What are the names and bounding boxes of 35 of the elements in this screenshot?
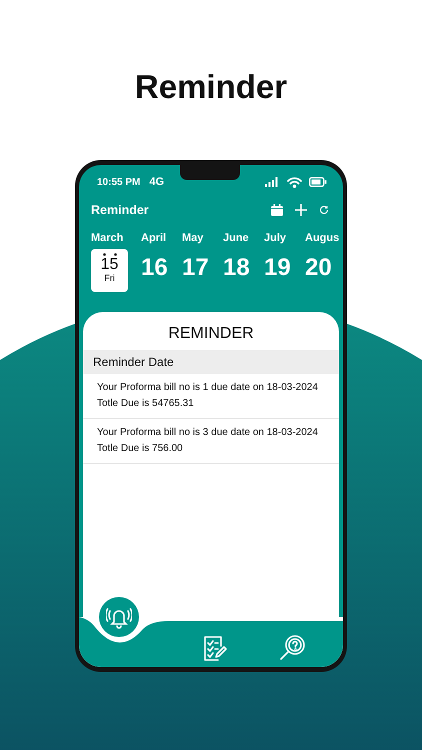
refresh-icon xyxy=(319,205,329,215)
date-chip[interactable]: 15 Fri xyxy=(91,249,128,292)
reminder-item[interactable]: Your Proforma bill no is 3 due date on 18-03-2024 Totle Due is 756.00 xyxy=(83,419,339,464)
month-label[interactable]: April xyxy=(141,232,166,248)
signal-icon xyxy=(265,177,280,187)
phone-notch xyxy=(180,165,240,180)
date-chip[interactable]: 17 xyxy=(182,254,209,282)
network-label: 4G xyxy=(149,176,164,188)
date-chip[interactable]: 20 xyxy=(305,254,332,282)
help-search-icon xyxy=(278,634,306,662)
date-chip[interactable]: 16 xyxy=(141,254,168,282)
month-label[interactable]: June xyxy=(223,232,249,248)
date-chip[interactable]: 18 xyxy=(223,254,250,282)
section-header: Reminder Date xyxy=(83,350,339,374)
calendar-icon xyxy=(271,204,283,216)
month-label[interactable]: March xyxy=(91,232,124,248)
reminder-amount: Totle Due is 756.00 xyxy=(97,443,184,454)
reminder-amount: Totle Due is 54765.31 xyxy=(97,398,195,409)
battery-icon xyxy=(309,177,327,187)
bell-icon xyxy=(106,605,132,629)
wifi-icon xyxy=(287,176,302,188)
month-label[interactable]: July xyxy=(264,232,286,248)
date-chip[interactable]: 19 xyxy=(264,254,291,282)
month-label[interactable]: Augus xyxy=(305,232,340,248)
calendar-rings-icon xyxy=(102,253,116,256)
plus-icon xyxy=(295,204,307,216)
reminder-item[interactable]: Your Proforma bill no is 1 due date on 18-03-2024 Totle Due is 54765.31 xyxy=(83,374,339,419)
status-time: 10:55 PM xyxy=(97,176,140,188)
headline: Reminder xyxy=(134,68,288,107)
card-title: REMINDER xyxy=(167,324,255,344)
checklist-icon xyxy=(202,634,228,662)
app-title: Reminder xyxy=(91,203,149,217)
reminder-text: Your Proforma bill no is 1 due date on 18-03-2024 xyxy=(97,382,319,393)
reminder-text: Your Proforma bill no is 3 due date on 18-03-2024 xyxy=(97,427,319,438)
month-label[interactable]: May xyxy=(182,232,204,248)
